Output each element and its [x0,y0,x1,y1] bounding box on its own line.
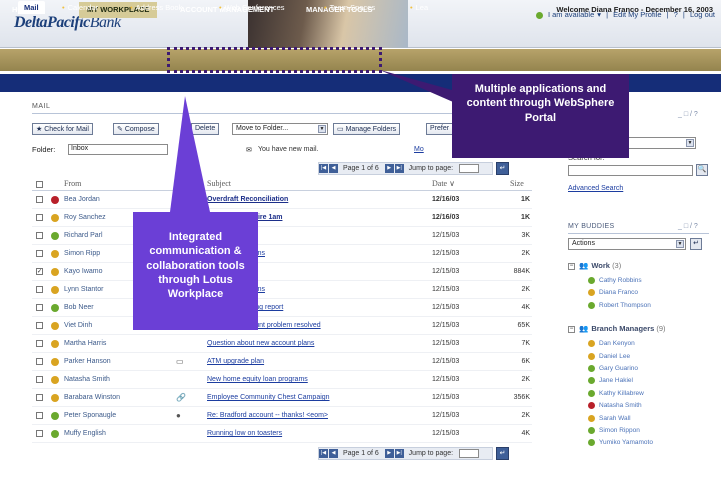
workplace-callout-text: Integrated communication & collaboration… [146,231,245,301]
portal-callout-text: Multiple applications and content throug… [466,83,615,124]
workplace-callout-pointer [170,96,210,212]
callout-shapes [133,70,629,330]
